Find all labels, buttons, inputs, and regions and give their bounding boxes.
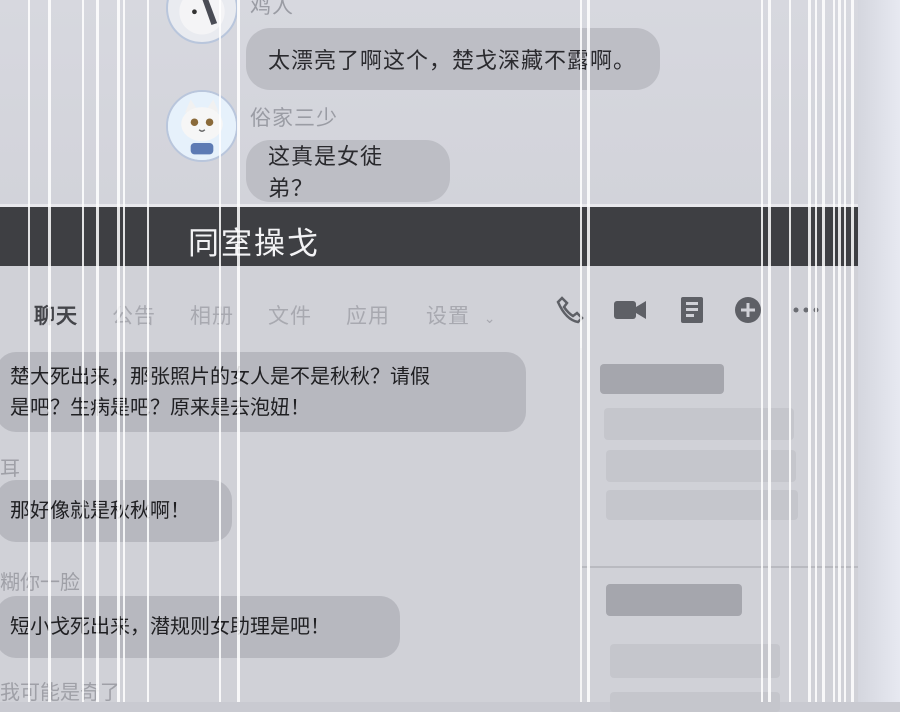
- placeholder-block: [610, 692, 780, 712]
- message-bubble: 短小戈死出来，潜规则女助理是吧！: [0, 596, 400, 658]
- placeholder-block: [600, 364, 724, 394]
- tab-announcement[interactable]: 公告: [112, 300, 156, 330]
- phone-icon[interactable]: [554, 294, 586, 326]
- group-info-panel: [580, 348, 860, 712]
- avatar[interactable]: [166, 90, 238, 162]
- more-icon[interactable]: [790, 294, 822, 326]
- message-bubble: 这真是女徒弟？: [246, 140, 450, 202]
- tab-settings[interactable]: 设置 ⌄: [426, 300, 496, 330]
- window-title: 同室操戈: [188, 226, 320, 262]
- placeholder-block: [606, 584, 742, 616]
- message-bubble: 太漂亮了啊这个，楚戈深藏不露啊。: [246, 28, 660, 90]
- message-bubble: 那好像就是秋秋啊！: [0, 480, 232, 542]
- group-chat-window: 聊天 公告 相册 文件 应用 设置 ⌄ 楚大死出来，那张照片的女人是不是秋秋？请…: [0, 266, 860, 712]
- message-line: 楚大死出来，那张照片的女人是不是秋秋？请假: [10, 364, 430, 388]
- cat-avatar-icon: [168, 92, 236, 160]
- message-line: 那好像就是秋秋啊！: [10, 498, 190, 522]
- tab-chat[interactable]: 聊天: [34, 300, 78, 330]
- background-edge: [858, 0, 900, 702]
- tab-files[interactable]: 文件: [268, 300, 312, 330]
- toolbar: 聊天 公告 相册 文件 应用 设置 ⌄: [0, 266, 858, 348]
- screen-share-icon[interactable]: [676, 294, 708, 326]
- placeholder-block: [606, 450, 796, 482]
- tab-album[interactable]: 相册: [190, 300, 234, 330]
- sender-name: 我可能是奇了: [0, 680, 120, 702]
- avatar[interactable]: [166, 0, 238, 44]
- sender-name: 俗家三少: [250, 106, 338, 130]
- sender-name: 鸡人: [250, 0, 294, 18]
- tab-settings-label: 设置: [426, 304, 470, 328]
- tab-apps[interactable]: 应用: [346, 300, 390, 330]
- message-line: 短小戈死出来，潜规则女助理是吧！: [10, 614, 330, 638]
- panel-divider: [582, 566, 860, 568]
- cartoon-avatar-icon: [179, 0, 225, 35]
- placeholder-block: [604, 408, 794, 440]
- placeholder-block: [610, 644, 780, 678]
- message-line: 是吧？生病是吧？原来是去泡妞！: [10, 395, 310, 419]
- sender-name: 耳: [0, 456, 20, 480]
- window-titlebar: 同室操戈: [0, 204, 858, 266]
- top-chat-panel: 鸡人 太漂亮了啊这个，楚戈深藏不露啊。 俗家三少 这真是女徒弟？: [0, 0, 900, 206]
- placeholder-block: [606, 490, 798, 520]
- add-icon[interactable]: [732, 294, 764, 326]
- sender-name: 糊你一脸: [0, 570, 80, 594]
- chat-message-list[interactable]: 楚大死出来，那张照片的女人是不是秋秋？请假 是吧？生病是吧？原来是去泡妞！ 耳 …: [0, 348, 578, 702]
- video-icon[interactable]: [612, 294, 648, 326]
- chevron-down-icon: ⌄: [483, 311, 497, 327]
- message-bubble: 楚大死出来，那张照片的女人是不是秋秋？请假 是吧？生病是吧？原来是去泡妞！: [0, 352, 526, 432]
